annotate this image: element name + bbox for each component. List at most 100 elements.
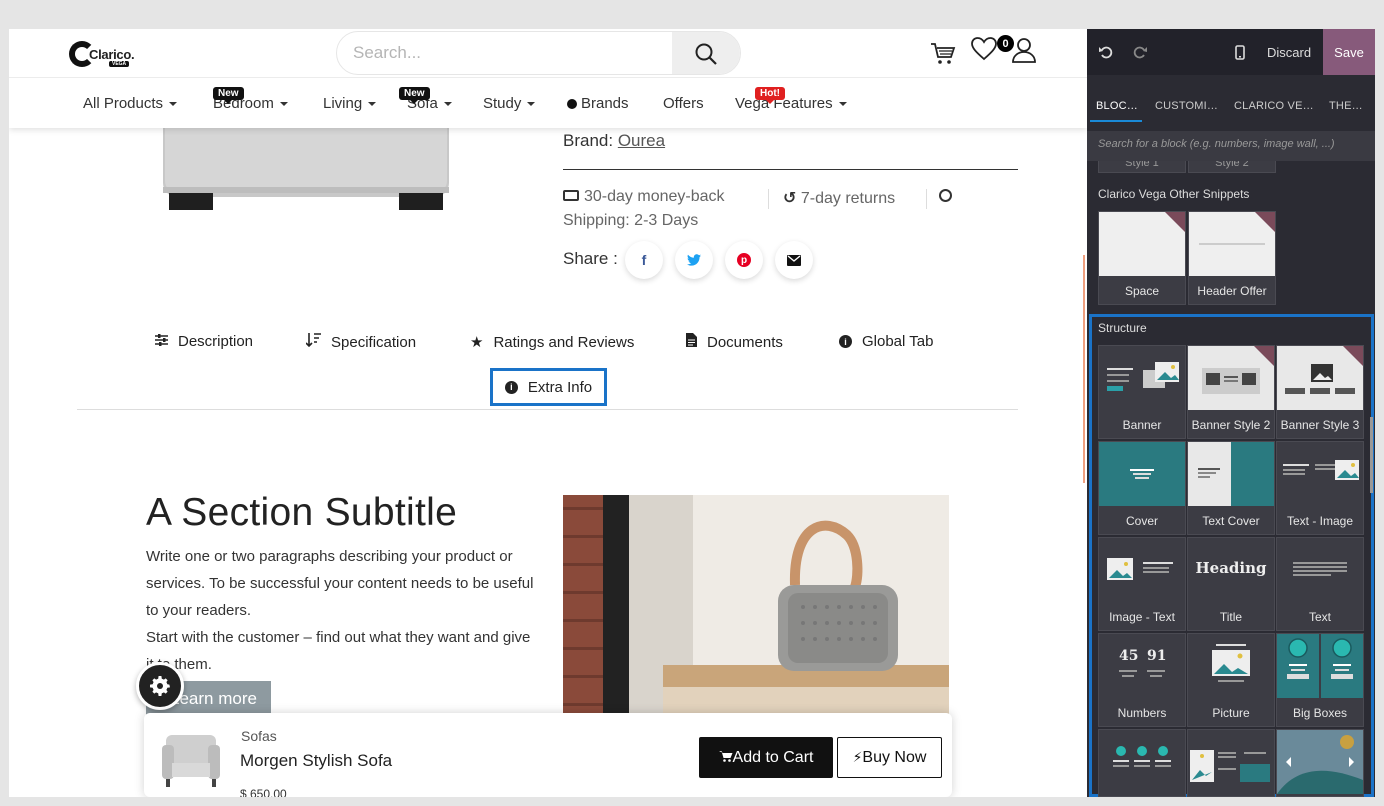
block-picture[interactable]: Picture (1187, 633, 1275, 727)
block-banner-style-3[interactable]: Banner Style 3 (1276, 345, 1364, 439)
main-nav: All Products New Bedroom Living New Sofa… (9, 77, 1087, 128)
undo-icon: ↺ (783, 190, 797, 207)
info-icon: i (504, 380, 518, 394)
tab-clarico-vega[interactable]: CLARICO VE… (1234, 100, 1314, 112)
tab-extra-info[interactable]: i Extra Info (490, 368, 607, 406)
product-name: Morgen Stylish Sofa (240, 751, 393, 770)
brand-link[interactable]: Ourea (618, 131, 665, 150)
search-icon (695, 43, 717, 65)
tab-global[interactable]: i Global Tab (839, 333, 933, 350)
block-big-boxes[interactable]: Big Boxes (1276, 633, 1364, 727)
dot-icon (567, 99, 577, 109)
money-icon (563, 190, 579, 201)
site-header: Clarico. VEGA 0 All Products New Bedroom… (9, 29, 1087, 128)
speaker-photo (563, 495, 949, 725)
category-title: Clarico Vega Other Snippets (1098, 187, 1250, 201)
nav-living[interactable]: Living (323, 95, 377, 112)
nav-vega-features[interactable]: Hot! Vega Features (735, 87, 847, 112)
section-title[interactable]: A Section Subtitle (146, 491, 457, 535)
money-back-feature: 30-day money-back (563, 188, 725, 206)
product-price: $ 650.00 (240, 787, 287, 797)
twitter-icon[interactable] (675, 241, 713, 279)
discard-button[interactable]: Discard (1267, 45, 1311, 60)
nav-all-products[interactable]: All Products (83, 95, 178, 112)
product-category: Sofas (241, 728, 277, 744)
star-icon: ★ (470, 334, 484, 351)
tab-theme[interactable]: THE… (1329, 100, 1363, 112)
block-tile[interactable]: Style 2 (1188, 161, 1276, 173)
share-label: Share : (563, 249, 618, 268)
nav-brands[interactable]: Brands (567, 95, 629, 112)
sticky-product-bar: Sofas Morgen Stylish Sofa $ 650.00 Add t… (144, 713, 952, 797)
shipping-info: Shipping: 2-3 Days (563, 212, 699, 229)
sliders-icon (155, 333, 168, 350)
redo-icon[interactable] (1133, 45, 1147, 59)
block-image-grid[interactable] (1187, 729, 1275, 797)
block-title[interactable]: Heading Title (1187, 537, 1275, 631)
block-search-input[interactable]: Search for a block (e.g. numbers, image … (1087, 131, 1375, 161)
nav-bedroom[interactable]: New Bedroom (213, 87, 288, 112)
block-text-cover[interactable]: Text Cover (1187, 441, 1275, 535)
email-icon[interactable] (775, 241, 813, 279)
buy-now-button[interactable]: ⚡︎ Buy Now (837, 737, 942, 778)
panel-scrollbar[interactable] (1370, 417, 1373, 493)
block-banner-style-2[interactable]: Banner Style 2 (1187, 345, 1275, 439)
block-carousel[interactable] (1276, 729, 1364, 797)
block-text-image[interactable]: Text - Image (1276, 441, 1364, 535)
nav-sofa[interactable]: New Sofa (399, 87, 452, 112)
editor-panel: Discard Save BLOC… CUSTOMI… CLARICO VE… … (1087, 29, 1375, 797)
nav-study[interactable]: Study (483, 95, 536, 112)
tab-specification[interactable]: Specification (305, 333, 416, 351)
block-banner[interactable]: Banner (1098, 345, 1186, 439)
search-input[interactable] (353, 42, 653, 64)
info-icon: i (839, 335, 852, 348)
brand-line: Brand: Ourea (563, 131, 665, 151)
save-button[interactable]: Save (1323, 29, 1375, 75)
search-bar (336, 31, 741, 75)
site-logo[interactable]: Clarico. VEGA (69, 40, 135, 68)
tab-description[interactable]: Description (155, 333, 253, 350)
facebook-icon[interactable]: f (625, 241, 663, 279)
heart-icon[interactable] (971, 37, 997, 61)
page-scrollbar[interactable] (1083, 255, 1085, 483)
tab-customize[interactable]: CUSTOMI… (1155, 100, 1218, 112)
document-icon (686, 333, 697, 351)
user-icon[interactable] (1012, 37, 1036, 63)
tab-documents[interactable]: Documents (686, 333, 783, 351)
tabs-divider (77, 409, 1018, 410)
block-cover[interactable]: Cover (1098, 441, 1186, 535)
cart-icon[interactable] (930, 41, 956, 67)
section-paragraph[interactable]: Start with the customer – find out what … (146, 624, 536, 678)
new-badge: New (213, 87, 244, 104)
bolt-icon: ⚡︎ (852, 749, 863, 765)
tab-ratings[interactable]: ★ Ratings and Reviews (470, 333, 634, 352)
block-text[interactable]: Text (1276, 537, 1364, 631)
undo-icon[interactable] (1099, 45, 1113, 59)
block-header-offer[interactable]: Header Offer (1188, 211, 1276, 305)
block-space[interactable]: Space (1098, 211, 1186, 305)
block-numbers[interactable]: 45 91 Numbers (1098, 633, 1186, 727)
category-title: Structure (1098, 321, 1147, 335)
editor-toolbar: Discard Save (1087, 29, 1375, 75)
block-image-text[interactable]: Image - Text (1098, 537, 1186, 631)
section-paragraph[interactable]: Write one or two paragraphs describing y… (146, 543, 536, 624)
block-features-grid[interactable] (1098, 729, 1186, 797)
active-tab-indicator (1090, 120, 1142, 122)
pinterest-icon[interactable]: p (725, 241, 763, 279)
clock-icon (939, 188, 952, 206)
nav-offers[interactable]: Offers (663, 95, 704, 112)
add-to-cart-button[interactable]: Add to Cart (699, 737, 833, 778)
block-tile[interactable]: Style 1 (1098, 161, 1186, 173)
tab-blocks[interactable]: BLOC… (1096, 100, 1138, 112)
gear-icon[interactable] (136, 662, 184, 710)
returns-feature: ↺ 7-day returns (783, 190, 896, 207)
divider (563, 169, 1018, 170)
product-thumbnail (162, 735, 220, 787)
mobile-preview-icon[interactable] (1235, 45, 1245, 60)
hot-badge: Hot! (755, 87, 785, 104)
website-viewport: Brand: Ourea 30-day money-back ↺ 7-day r… (9, 29, 1087, 797)
search-button[interactable] (672, 32, 740, 74)
editor-tabs: BLOC… CUSTOMI… CLARICO VE… THE… (1087, 91, 1375, 123)
cart-icon (718, 749, 733, 767)
sort-icon (305, 333, 321, 351)
